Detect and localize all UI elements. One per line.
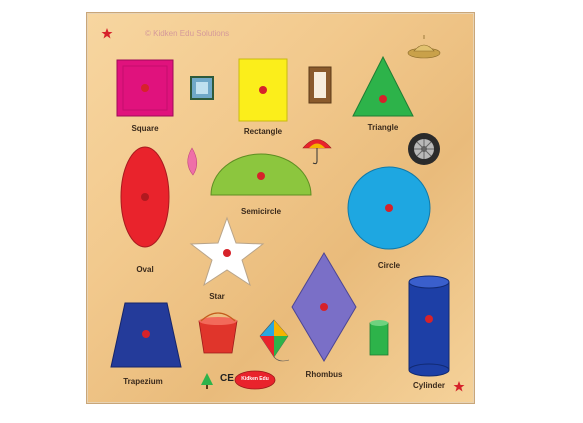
triangle-piece[interactable] — [352, 55, 414, 117]
picture-frame-icon — [190, 76, 214, 100]
label-triangle: Triangle — [367, 123, 399, 132]
board-artwork — [101, 28, 465, 392]
kite-icon — [259, 319, 290, 362]
label-cylinder: Cylinder — [412, 381, 446, 390]
label-rhombus: Rhombus — [305, 370, 343, 379]
trapezium-piece[interactable] — [110, 302, 182, 368]
corner-star-icon — [453, 381, 465, 392]
circle-piece[interactable] — [347, 166, 431, 250]
label-rectangle: Rectangle — [243, 127, 283, 136]
bucket-icon — [198, 312, 238, 354]
umbrella-icon — [302, 139, 332, 165]
rectangle-piece[interactable] — [238, 58, 288, 122]
label-star: Star — [209, 292, 225, 301]
label-trapezium: Trapezium — [123, 377, 163, 386]
cylinder-piece[interactable] — [408, 275, 450, 377]
label-square: Square — [131, 124, 159, 133]
leaf-icon — [187, 147, 198, 176]
label-circle: Circle — [377, 261, 401, 270]
eco-tree-icon — [201, 373, 213, 389]
oval-piece[interactable] — [120, 146, 170, 248]
wheel-icon — [408, 133, 440, 165]
label-semicircle: Semicircle — [240, 207, 282, 216]
corner-star-icon — [101, 28, 113, 39]
semicircle-piece[interactable] — [210, 153, 312, 196]
label-oval: Oval — [136, 265, 154, 274]
green-can-icon — [369, 320, 389, 356]
wooden-puzzle-board: © Kidken Edu Solutions Square Rectangle … — [86, 12, 475, 404]
brand-text: © Kidken Edu Solutions — [145, 29, 230, 38]
square-piece[interactable] — [116, 59, 174, 117]
spinning-top-icon — [407, 35, 441, 59]
star-piece[interactable] — [189, 216, 265, 287]
mirror-icon — [308, 66, 332, 104]
rhombus-piece[interactable] — [291, 252, 357, 362]
ce-mark: CE — [220, 373, 234, 384]
brand-badge-text: Kidken Edu — [241, 376, 269, 382]
